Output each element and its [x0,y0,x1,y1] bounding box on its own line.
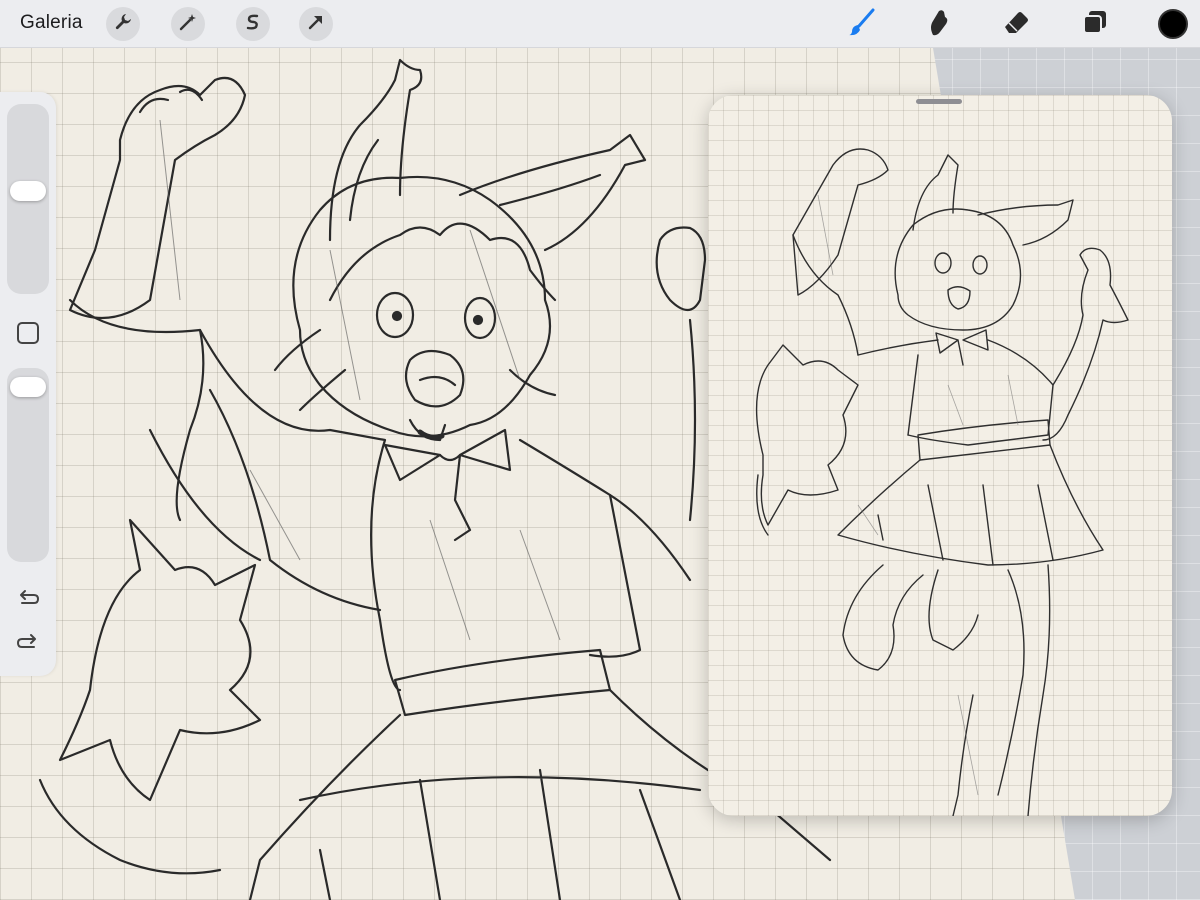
smudge-icon [923,7,953,42]
left-sidebar [0,92,56,676]
reference-window[interactable] [708,95,1172,816]
wrench-icon [113,12,133,37]
gallery-button[interactable]: Galeria [20,12,83,34]
opacity-thumb[interactable] [10,377,46,397]
eraser-icon [1001,7,1031,42]
adjustments-button[interactable] [171,7,205,41]
layers-icon [1080,7,1110,42]
opacity-slider[interactable] [7,368,49,562]
reference-sketch [755,148,1129,816]
brush-size-thumb[interactable] [10,181,46,201]
magic-wand-icon [178,12,198,37]
actions-button[interactable] [106,7,140,41]
undo-icon [16,586,40,615]
smudge-tool-button[interactable] [920,6,956,42]
eraser-tool-button[interactable] [998,6,1034,42]
layers-button[interactable] [1077,6,1113,42]
arrow-cursor-icon [306,12,326,37]
redo-icon [16,630,40,659]
selection-button[interactable] [236,7,270,41]
brush-size-slider[interactable] [7,104,49,294]
undo-button[interactable] [14,586,42,614]
modify-button[interactable] [17,322,39,344]
top-toolbar: Galeria [0,0,1200,48]
color-swatch[interactable] [1158,9,1188,39]
redo-button[interactable] [14,630,42,658]
transform-button[interactable] [299,7,333,41]
brush-tool-button[interactable] [844,6,880,42]
brush-icon [847,7,877,42]
selection-s-icon [243,12,263,37]
